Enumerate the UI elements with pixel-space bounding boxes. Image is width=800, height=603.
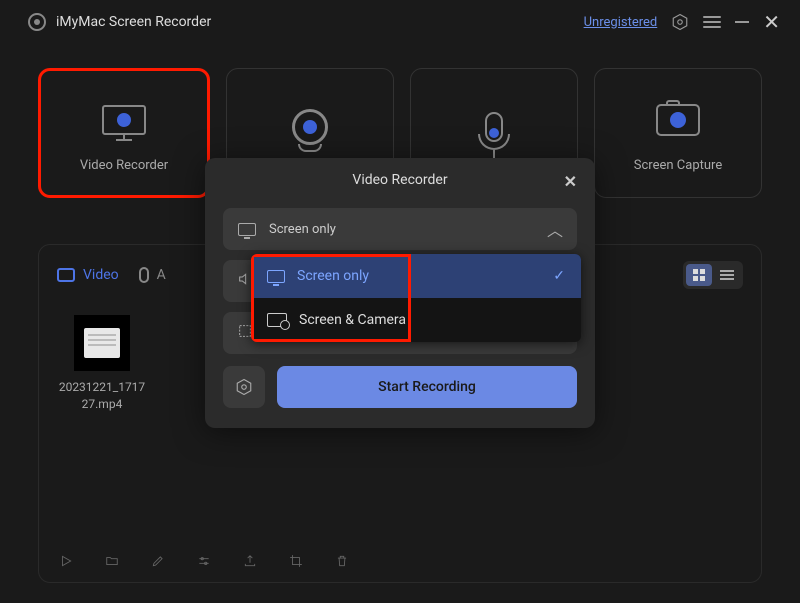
registration-link[interactable]: Unregistered	[584, 15, 658, 30]
app-title: iMyMac Screen Recorder	[56, 14, 211, 30]
source-dropdown-menu: Screen only ✓ Screen & Camera	[251, 254, 581, 342]
recording-settings-button[interactable]	[223, 366, 265, 408]
video-recorder-dialog: Video Recorder ✕ Screen only ︿ Screen on…	[205, 158, 595, 428]
tab-audio[interactable]: A	[139, 267, 166, 283]
monitor-icon	[237, 223, 257, 236]
close-icon[interactable]: ✕	[763, 12, 780, 32]
microphone-icon	[139, 267, 149, 283]
grid-view-button[interactable]	[686, 264, 712, 286]
titlebar: iMyMac Screen Recorder Unregistered ✕	[0, 0, 800, 44]
mode-video-recorder[interactable]: Video Recorder	[38, 68, 210, 198]
mode-label: Video Recorder	[80, 158, 168, 173]
export-icon[interactable]	[241, 552, 259, 570]
recording-filename: 20231221_171727.mp4	[57, 379, 147, 413]
webcam-icon	[292, 109, 328, 145]
monitor-icon	[267, 270, 285, 283]
crop-icon[interactable]	[287, 552, 305, 570]
view-toggle	[683, 261, 743, 289]
option-screen-camera[interactable]: Screen & Camera	[251, 298, 581, 342]
tab-video[interactable]: Video	[57, 267, 119, 283]
recording-item[interactable]: 20231221_171727.mp4	[57, 315, 147, 413]
play-icon[interactable]	[57, 552, 75, 570]
dialog-title: Video Recorder ✕	[223, 172, 577, 198]
mode-label: Screen Capture	[634, 158, 722, 173]
chevron-up-icon: ︿	[547, 217, 563, 241]
delete-icon[interactable]	[333, 552, 351, 570]
tab-label: A	[157, 267, 166, 283]
option-screen-only[interactable]: Screen only ✓	[251, 254, 581, 298]
camera-icon	[656, 104, 700, 136]
microphone-icon	[485, 112, 503, 142]
menu-icon[interactable]	[703, 16, 721, 28]
source-selected-label: Screen only	[269, 222, 336, 237]
tab-label: Video	[83, 267, 119, 283]
option-label: Screen & Camera	[299, 312, 406, 328]
video-icon	[57, 268, 75, 282]
app-logo	[28, 13, 46, 31]
library-toolbar	[57, 552, 351, 570]
mode-screen-capture[interactable]: Screen Capture	[594, 68, 762, 198]
option-label: Screen only	[297, 268, 369, 284]
dialog-close-icon[interactable]: ✕	[564, 172, 577, 191]
adjust-icon[interactable]	[195, 552, 213, 570]
edit-icon[interactable]	[149, 552, 167, 570]
monitor-icon	[102, 105, 146, 135]
button-label: Start Recording	[378, 379, 476, 395]
source-dropdown[interactable]: Screen only ︿ Screen only ✓ Screen & Cam…	[223, 208, 577, 250]
settings-icon[interactable]	[671, 13, 689, 31]
screen-camera-icon	[267, 313, 287, 327]
check-icon: ✓	[553, 268, 565, 284]
list-view-button[interactable]	[714, 264, 740, 286]
start-recording-button[interactable]: Start Recording	[277, 366, 577, 408]
minimize-icon[interactable]	[735, 21, 749, 23]
recording-thumbnail	[74, 315, 130, 371]
folder-icon[interactable]	[103, 552, 121, 570]
